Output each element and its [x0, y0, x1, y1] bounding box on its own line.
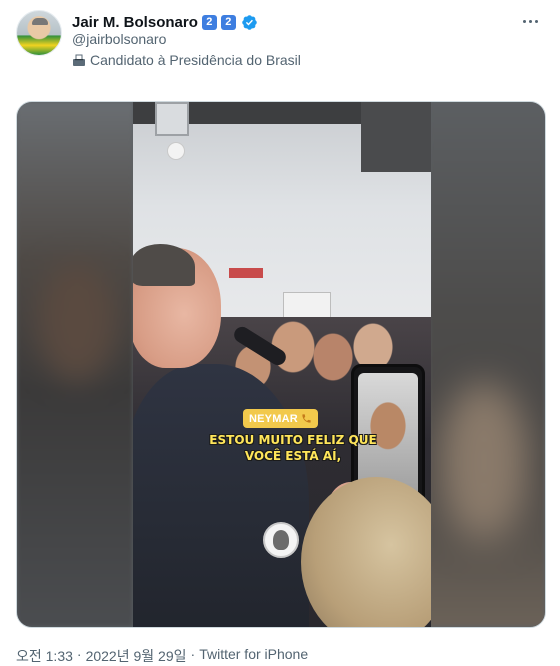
tweet-date[interactable]: 2022년 9월 29일 — [86, 646, 187, 666]
keycap-two-emoji: 2 — [201, 14, 217, 30]
watermark-seal — [263, 522, 299, 558]
video-blur-right — [429, 102, 545, 627]
video-blur-left — [17, 102, 133, 627]
caption-line-1: ESTOU MUITO FELIZ QUE — [209, 433, 377, 447]
author-avatar[interactable] — [16, 10, 62, 56]
security-camera — [167, 142, 185, 160]
caption-speaker-badge: NEYMAR — [243, 409, 318, 428]
tweet-time[interactable]: 오전 1:33 — [16, 646, 73, 666]
ceiling-light — [155, 102, 189, 136]
more-options-icon[interactable] — [518, 14, 542, 28]
author-handle[interactable]: @jairbolsonaro — [72, 31, 166, 47]
keycap-two-emoji: 2 — [220, 14, 236, 30]
tweet-video[interactable]: NEYMAR ESTOU MUITO FELIZ QUE VOCÊ ESTÁ A… — [16, 101, 546, 628]
tweet-metadata: 오전 1:33 · 2022년 9월 29일 · Twitter for iPh… — [16, 646, 308, 666]
video-frame[interactable]: NEYMAR ESTOU MUITO FELIZ QUE VOCÊ ESTÁ A… — [133, 102, 431, 627]
tweet-source[interactable]: Twitter for iPhone — [199, 646, 308, 666]
ceiling-beam — [361, 102, 431, 172]
author-display-name[interactable]: Jair M. Bolsonaro — [72, 14, 198, 31]
author-bio: Candidato à Presidência do Brasil — [72, 52, 301, 68]
meta-separator: · — [190, 646, 196, 662]
author-bio-text: Candidato à Presidência do Brasil — [90, 52, 301, 68]
phone-icon — [302, 414, 311, 423]
wall-sign — [229, 268, 263, 278]
meta-separator: · — [76, 646, 82, 662]
video-caption: ESTOU MUITO FELIZ QUE VOCÊ ESTÁ AÍ, — [193, 432, 393, 464]
caption-speaker-name: NEYMAR — [249, 412, 298, 425]
author-name-row: Jair M. Bolsonaro 2 2 — [72, 12, 258, 32]
avatar-hair — [32, 18, 48, 25]
ballot-box-icon — [73, 54, 85, 66]
verified-badge-icon — [242, 14, 257, 30]
caption-line-2: VOCÊ ESTÁ AÍ, — [244, 449, 342, 463]
